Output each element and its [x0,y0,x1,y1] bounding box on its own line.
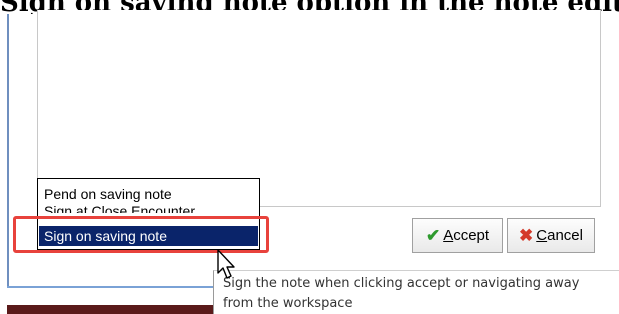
window-border-left [7,14,9,286]
accept-button[interactable]: ✔ Accept [412,218,503,253]
menu-item-pend-on-saving-note[interactable]: Pend on saving note [42,185,174,203]
cancel-button-label: Cancel [536,227,583,244]
mouse-cursor-icon [217,249,235,279]
window-border-bottom [7,286,213,288]
accept-button-label: Accept [443,227,490,244]
x-icon: ✖ [519,225,534,245]
tooltip: Sign the note when clicking accept or na… [213,270,619,314]
menu-item-sign-at-close-encounter[interactable]: Sign at Close Encounter [42,202,197,213]
tooltip-text: Sign the note when clicking accept or na… [223,276,580,311]
taskbar-strip [7,305,213,314]
highlight-annotation [13,216,269,253]
cancel-button[interactable]: ✖ Cancel [507,218,595,253]
check-icon: ✔ [425,225,441,245]
